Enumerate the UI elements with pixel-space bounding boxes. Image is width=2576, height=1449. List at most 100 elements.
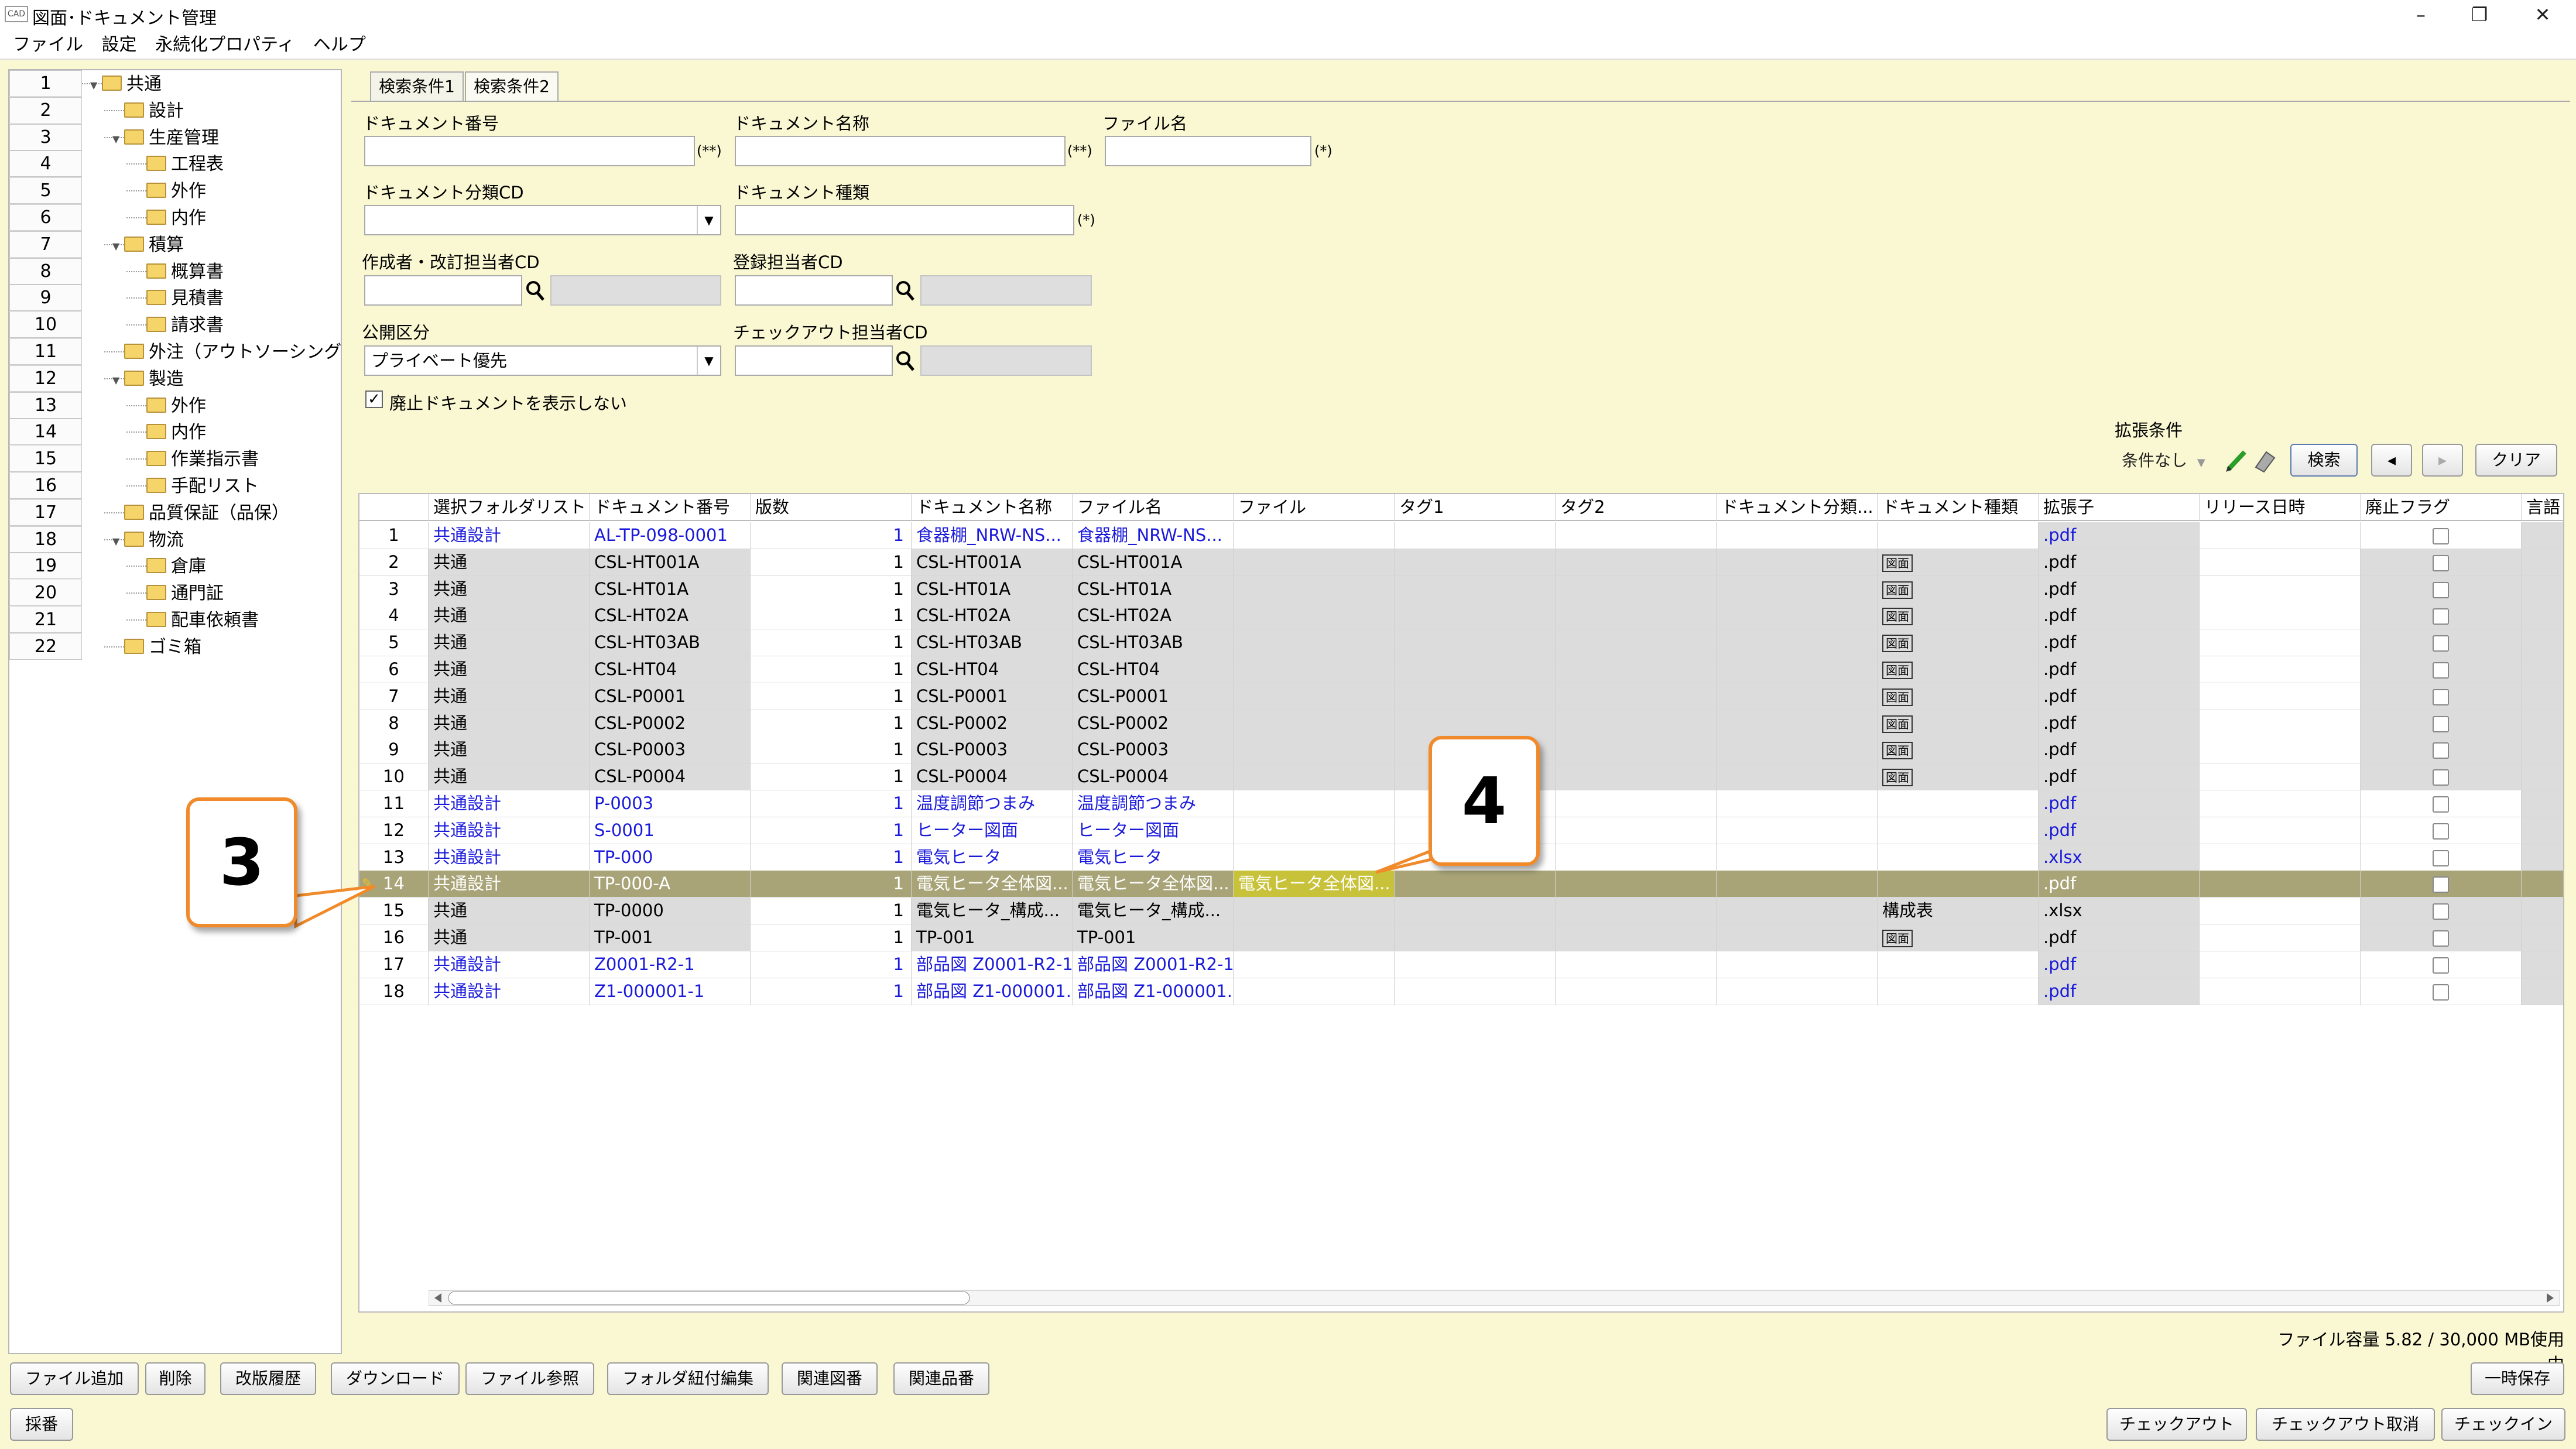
eraser-icon[interactable] [2251, 447, 2277, 478]
tree-item[interactable]: 1 ▼ 共通 [9, 70, 341, 97]
menu-help[interactable]: ヘルプ [313, 30, 366, 60]
menu-settings[interactable]: 設定 [102, 30, 137, 60]
column-header[interactable]: ドキュメント種類 [1878, 494, 2039, 521]
registrant-code-input[interactable] [735, 275, 893, 306]
tree-item[interactable]: 11 外注（アウトソーシング） [9, 338, 341, 365]
revision-history-button[interactable]: 改版履歴 [220, 1362, 316, 1395]
tab-search-condition-2[interactable]: 検索条件2 [465, 71, 559, 102]
author-code-input[interactable] [364, 275, 522, 306]
tree-item[interactable]: 16 手配リスト [9, 472, 341, 499]
related-part-button[interactable]: 関連品番 [893, 1362, 989, 1395]
tree-item[interactable]: 4 工程表 [9, 150, 341, 177]
obsolete-flag-checkbox[interactable] [2433, 635, 2449, 652]
tree-expander-icon[interactable]: ▼ [90, 80, 97, 91]
add-file-button[interactable]: ファイル追加 [10, 1362, 139, 1395]
file-reference-button[interactable]: ファイル参照 [465, 1362, 594, 1395]
column-header[interactable]: ドキュメント名称 [912, 494, 1073, 521]
tree-expander-icon[interactable]: ▼ [112, 536, 119, 547]
obsolete-flag-checkbox[interactable] [2433, 984, 2449, 1001]
tree-item[interactable]: 20 通門証 [9, 580, 341, 607]
tree-expander-icon[interactable]: ▼ [112, 133, 119, 145]
tree-item[interactable]: 15 作業指示書 [9, 446, 341, 472]
search-button[interactable]: 検索 [2290, 444, 2358, 477]
folder-link-edit-button[interactable]: フォルダ紐付編集 [607, 1362, 769, 1395]
table-row[interactable]: 15 共通 TP-0000 1 電気ヒータ_構成... 電気ヒータ_構成... 構成表 .xl… [359, 898, 2563, 925]
file-name-input[interactable] [1105, 136, 1311, 166]
tree-item[interactable]: 5 外作 [9, 177, 341, 204]
column-header[interactable]: ドキュメント分類... [1717, 494, 1878, 521]
publish-select[interactable]: プライベート優先 ▼ [364, 345, 721, 376]
obsolete-flag-checkbox[interactable] [2433, 957, 2449, 974]
table-row[interactable]: 4 共通 CSL-HT02A 1 CSL-HT02A CSL-HT02A 図面 .pdf [359, 602, 2563, 630]
registrant-search-icon[interactable] [894, 278, 917, 304]
obsolete-flag-checkbox[interactable] [2433, 876, 2449, 893]
doc-name-input[interactable] [735, 136, 1066, 166]
tree-expander-icon[interactable]: ▼ [112, 241, 119, 252]
tree-item[interactable]: 6 内作 [9, 204, 341, 231]
next-button[interactable]: ▸ [2422, 444, 2463, 477]
tree-item[interactable]: 3 ▼ 生産管理 [9, 124, 341, 151]
column-header[interactable]: 拡張子 [2039, 494, 2200, 521]
table-row[interactable]: 17 共通設計 Z0001-R2-1 1 部品図 Z0001-R2-1 部品図 Z0001… [359, 951, 2563, 978]
menu-persistent-properties[interactable]: 永続化プロパティ [155, 30, 294, 60]
tree-item[interactable]: 17 品質保証（品保） [9, 499, 341, 526]
obsolete-flag-checkbox[interactable] [2433, 742, 2449, 759]
column-header[interactable]: タグ1 [1395, 494, 1556, 521]
column-header[interactable]: ファイル [1234, 494, 1395, 521]
menu-file[interactable]: ファイル [13, 30, 83, 60]
obsolete-flag-checkbox[interactable] [2433, 581, 2449, 598]
author-search-icon[interactable] [524, 278, 547, 304]
tree-item[interactable]: 12 ▼ 製造 [9, 365, 341, 392]
checkout-button[interactable]: チェックアウト [2106, 1408, 2247, 1441]
checkout-person-code-input[interactable] [735, 345, 893, 376]
minimize-button[interactable]: – [2395, 1, 2447, 28]
tree-item[interactable]: 18 ▼ 物流 [9, 526, 341, 553]
tree-item[interactable]: 19 倉庫 [9, 553, 341, 580]
delete-button[interactable]: 削除 [145, 1362, 205, 1395]
doc-number-input[interactable] [364, 136, 695, 166]
obsolete-flag-checkbox[interactable] [2433, 849, 2449, 866]
tree-item[interactable]: 7 ▼ 積算 [9, 231, 341, 258]
ext-condition-select[interactable]: 条件なし ▼ [2115, 446, 2217, 475]
table-row[interactable]: 1 共通設計 AL-TP-098-0001 1 食器棚_NRW-NS... 食器棚_NRW… [359, 522, 2563, 549]
column-header[interactable]: リリース日時 [2200, 494, 2361, 521]
column-header[interactable] [359, 494, 429, 521]
obsolete-flag-checkbox[interactable] [2433, 528, 2449, 544]
column-header[interactable]: 廃止フラグ [2361, 494, 2522, 521]
table-row[interactable]: 5 共通 CSL-HT03AB 1 CSL-HT03AB CSL-HT03AB 図面 .pdf [359, 629, 2563, 657]
grid-horizontal-scrollbar[interactable] [428, 1288, 2560, 1308]
tree-item[interactable]: 8 概算書 [9, 258, 341, 285]
obsolete-flag-checkbox[interactable] [2433, 688, 2449, 705]
table-row[interactable]: 3 共通 CSL-HT01A 1 CSL-HT01A CSL-HT01A 図面 .pdf [359, 576, 2563, 603]
download-button[interactable]: ダウンロード [331, 1362, 460, 1395]
column-header[interactable]: 言語 [2522, 494, 2563, 521]
table-row[interactable]: 16 共通 TP-001 1 TP-001 TP-001 図面 .pdf [359, 924, 2563, 951]
previous-button[interactable]: ◂ [2371, 444, 2412, 477]
checkin-button[interactable]: チェックイン [2441, 1408, 2565, 1441]
doc-class-select[interactable]: ▼ [364, 205, 721, 235]
edit-pencil-icon[interactable] [2225, 447, 2250, 478]
checkout-cancel-button[interactable]: チェックアウト取消 [2256, 1408, 2435, 1441]
related-drawing-button[interactable]: 関連図番 [782, 1362, 878, 1395]
tree-item[interactable]: 22 ゴミ箱 [9, 633, 341, 660]
obsolete-flag-checkbox[interactable] [2433, 608, 2449, 625]
tab-search-condition-1[interactable]: 検索条件1 [370, 71, 464, 102]
checkout-person-search-icon[interactable] [894, 348, 917, 375]
numbering-button[interactable]: 採番 [10, 1408, 73, 1441]
obsolete-flag-checkbox[interactable] [2433, 662, 2449, 679]
clear-button[interactable]: クリア [2475, 444, 2557, 477]
column-header[interactable]: 版数 [751, 494, 912, 521]
column-header[interactable]: ドキュメント番号 [590, 494, 751, 521]
table-row[interactable]: 6 共通 CSL-HT04 1 CSL-HT04 CSL-HT04 図面 .pdf [359, 656, 2563, 683]
maximize-button[interactable]: ❐ [2453, 1, 2506, 28]
temporary-save-button[interactable]: 一時保存 [2471, 1362, 2564, 1395]
table-row[interactable]: 7 共通 CSL-P0001 1 CSL-P0001 CSL-P0001 図面 .pdf [359, 683, 2563, 710]
table-row[interactable]: 8 共通 CSL-P0002 1 CSL-P0002 CSL-P0002 図面 .pdf [359, 710, 2563, 737]
table-row[interactable]: 18 共通設計 Z1-000001-1 1 部品図 Z1-000001... 部品図 Z1… [359, 978, 2563, 1005]
obsolete-flag-checkbox[interactable] [2433, 823, 2449, 840]
column-header[interactable]: ファイル名 [1073, 494, 1234, 521]
doc-type-input[interactable] [735, 205, 1074, 235]
obsolete-flag-checkbox[interactable] [2433, 715, 2449, 732]
column-header[interactable]: 選択フォルダリスト [429, 494, 590, 521]
table-row[interactable]: 14 ✎ 共通設計 TP-000-A 1 電気ヒータ全体図... 電気ヒータ全体図... 電気… [359, 871, 2563, 898]
